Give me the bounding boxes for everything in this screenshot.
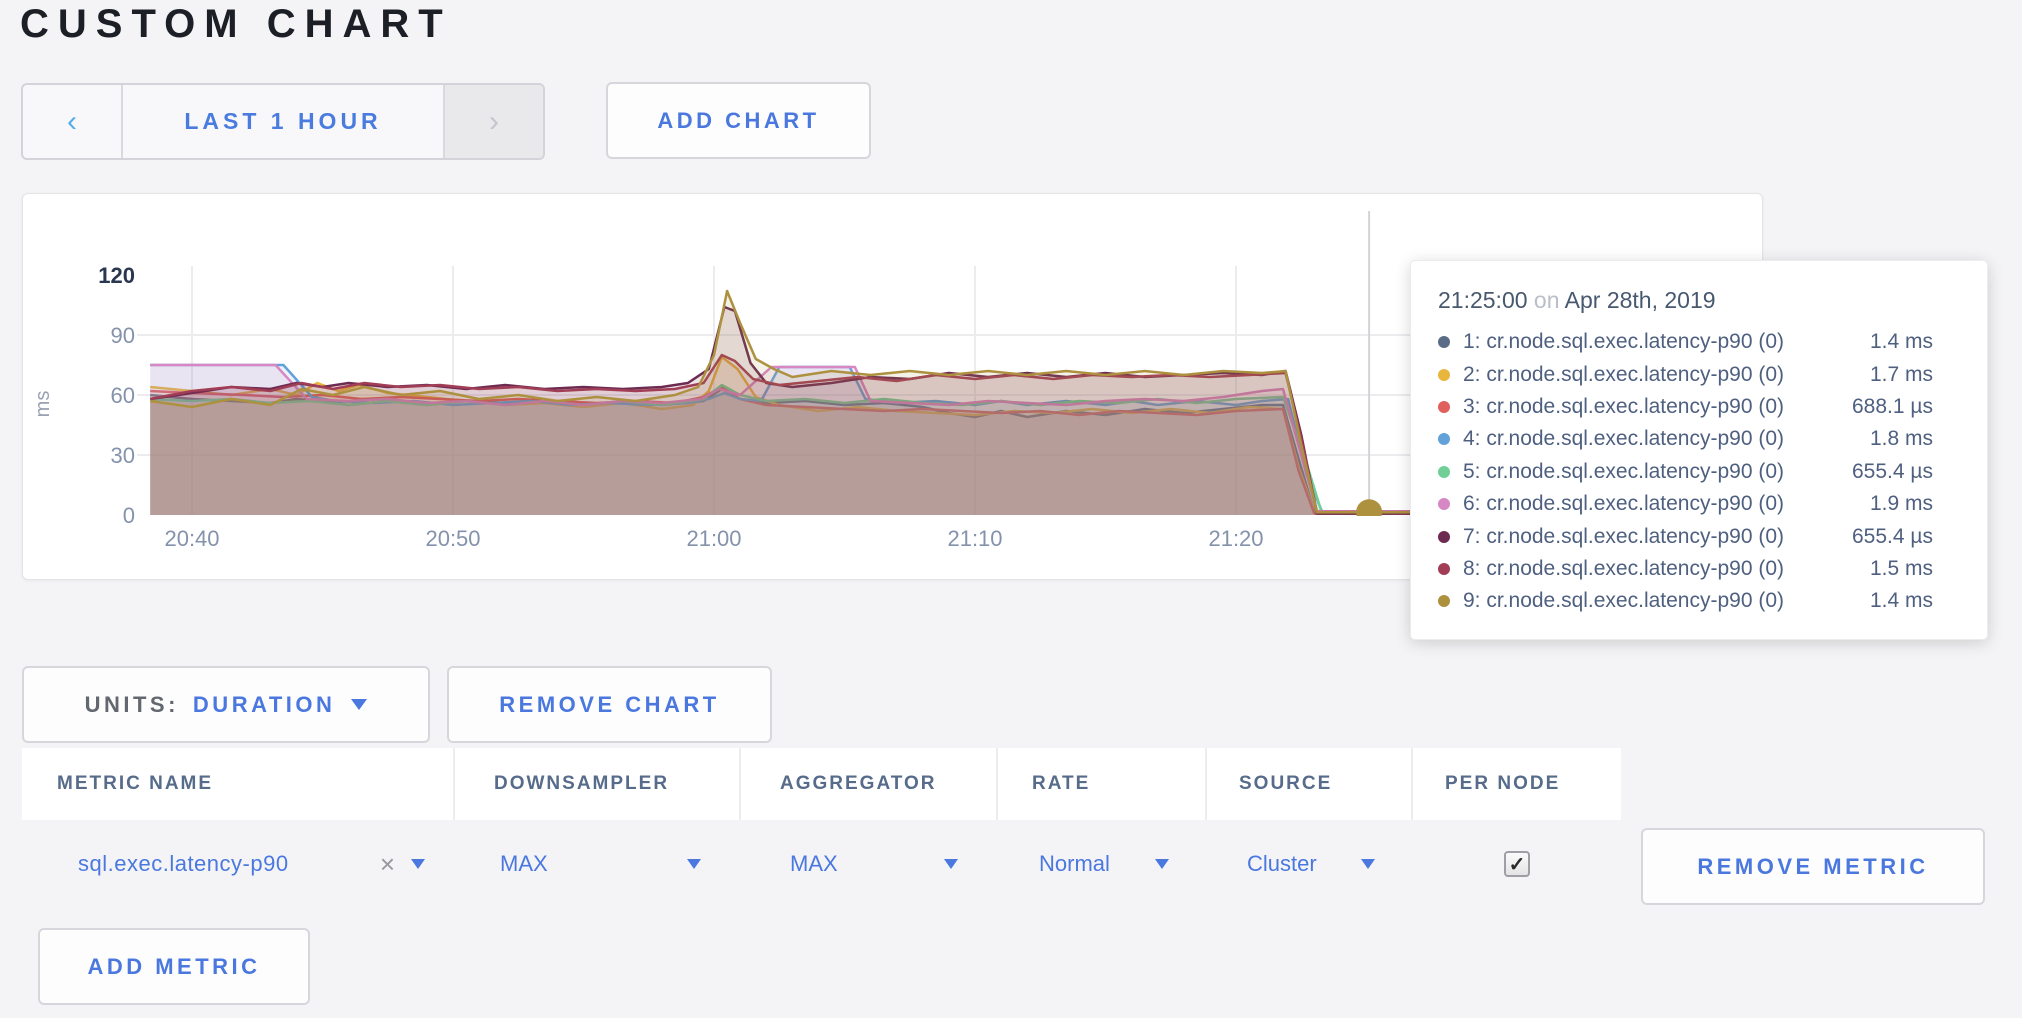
tooltip-series-label: 8: cr.node.sql.exec.latency-p90 (0): [1463, 557, 1870, 581]
series-color-dot-icon: [1438, 401, 1450, 413]
rate-value[interactable]: Normal: [1039, 851, 1110, 877]
tooltip-series-row: 8: cr.node.sql.exec.latency-p90 (0)1.5 m…: [1438, 553, 1933, 585]
source-dropdown-icon[interactable]: [1361, 859, 1375, 869]
tooltip-series-label: 2: cr.node.sql.exec.latency-p90 (0): [1463, 363, 1870, 387]
chart-tooltip: 21:25:00 on Apr 28th, 2019 1: cr.node.sq…: [1410, 260, 1988, 640]
downsampler-dropdown-icon[interactable]: [687, 859, 701, 869]
tooltip-series-label: 1: cr.node.sql.exec.latency-p90 (0): [1463, 330, 1870, 354]
tooltip-series-row: 1: cr.node.sql.exec.latency-p90 (0)1.4 m…: [1438, 326, 1933, 358]
series-color-dot-icon: [1438, 531, 1450, 543]
tooltip-series-value: 1.9 ms: [1870, 492, 1933, 516]
tooltip-series-label: 9: cr.node.sql.exec.latency-p90 (0): [1463, 589, 1870, 613]
downsampler-cell: MAX: [455, 820, 741, 908]
metric-row: sql.exec.latency-p90 × MAX MAX Normal Cl…: [22, 820, 1621, 908]
header-downsampler: DOWNSAMPLER: [455, 748, 741, 820]
clear-metric-icon[interactable]: ×: [380, 849, 395, 880]
aggregator-value[interactable]: MAX: [790, 851, 838, 877]
tooltip-series-label: 3: cr.node.sql.exec.latency-p90 (0): [1463, 395, 1852, 419]
svg-text:60: 60: [111, 383, 135, 408]
add-metric-button[interactable]: ADD METRIC: [38, 928, 310, 1005]
per-node-checkbox[interactable]: ✓: [1504, 851, 1530, 877]
aggregator-dropdown-icon[interactable]: [944, 859, 958, 869]
time-next-button[interactable]: ›: [443, 85, 543, 158]
chevron-left-icon: ‹: [67, 107, 77, 137]
tooltip-series-label: 6: cr.node.sql.exec.latency-p90 (0): [1463, 492, 1870, 516]
units-label: UNITS:: [85, 692, 179, 718]
per-node-cell: ✓: [1413, 820, 1621, 908]
tooltip-series-row: 5: cr.node.sql.exec.latency-p90 (0)655.4…: [1438, 456, 1933, 488]
rate-cell: Normal: [998, 820, 1207, 908]
series-color-dot-icon: [1438, 466, 1450, 478]
series-color-dot-icon: [1438, 336, 1450, 348]
time-window-selector: ‹ LAST 1 HOUR ›: [21, 83, 545, 160]
svg-text:21:00: 21:00: [686, 526, 741, 551]
downsampler-value[interactable]: MAX: [500, 851, 548, 877]
series-color-dot-icon: [1438, 498, 1450, 510]
tooltip-series-value: 655.4 µs: [1852, 525, 1933, 549]
metric-dropdown-icon[interactable]: [411, 859, 425, 869]
tooltip-series-row: 4: cr.node.sql.exec.latency-p90 (0)1.8 m…: [1438, 423, 1933, 455]
tooltip-series-label: 5: cr.node.sql.exec.latency-p90 (0): [1463, 460, 1852, 484]
series-color-dot-icon: [1438, 369, 1450, 381]
tooltip-series-value: 1.4 ms: [1870, 330, 1933, 354]
units-dropdown[interactable]: UNITS: DURATION: [22, 666, 430, 743]
tooltip-series-value: 655.4 µs: [1852, 460, 1933, 484]
tooltip-series-label: 4: cr.node.sql.exec.latency-p90 (0): [1463, 427, 1870, 451]
svg-text:90: 90: [111, 323, 135, 348]
series-color-dot-icon: [1438, 433, 1450, 445]
tooltip-title: 21:25:00 on Apr 28th, 2019: [1411, 261, 1987, 326]
metrics-table-header: METRIC NAME DOWNSAMPLER AGGREGATOR RATE …: [22, 748, 1621, 820]
header-source: SOURCE: [1207, 748, 1413, 820]
svg-text:120: 120: [98, 263, 135, 288]
series-color-dot-icon: [1438, 563, 1450, 575]
page-title: CUSTOM CHART: [20, 2, 452, 47]
header-rate: RATE: [998, 748, 1207, 820]
tooltip-series-value: 688.1 µs: [1852, 395, 1933, 419]
header-aggregator: AGGREGATOR: [741, 748, 998, 820]
tooltip-series-row: 6: cr.node.sql.exec.latency-p90 (0)1.9 m…: [1438, 488, 1933, 520]
svg-text:0: 0: [123, 503, 135, 528]
svg-text:21:10: 21:10: [947, 526, 1002, 551]
metric-name-value[interactable]: sql.exec.latency-p90: [78, 851, 289, 877]
tooltip-series-list: 1: cr.node.sql.exec.latency-p90 (0)1.4 m…: [1411, 326, 1987, 618]
remove-chart-button[interactable]: REMOVE CHART: [447, 666, 772, 743]
rate-dropdown-icon[interactable]: [1155, 859, 1169, 869]
tooltip-series-value: 1.5 ms: [1870, 557, 1933, 581]
metric-name-cell: sql.exec.latency-p90 ×: [22, 820, 455, 908]
tooltip-series-row: 2: cr.node.sql.exec.latency-p90 (0)1.7 m…: [1438, 358, 1933, 390]
chevron-down-icon: [351, 699, 367, 710]
add-chart-button[interactable]: ADD CHART: [606, 82, 871, 159]
tooltip-series-value: 1.8 ms: [1870, 427, 1933, 451]
tooltip-date: Apr 28th, 2019: [1565, 287, 1716, 313]
source-value[interactable]: Cluster: [1247, 851, 1317, 877]
tooltip-series-row: 7: cr.node.sql.exec.latency-p90 (0)655.4…: [1438, 520, 1933, 552]
svg-text:ms: ms: [32, 391, 54, 418]
tooltip-series-value: 1.7 ms: [1870, 363, 1933, 387]
remove-metric-button[interactable]: REMOVE METRIC: [1641, 828, 1985, 905]
time-window-label[interactable]: LAST 1 HOUR: [123, 85, 443, 158]
aggregator-cell: MAX: [741, 820, 998, 908]
tooltip-series-row: 3: cr.node.sql.exec.latency-p90 (0)688.1…: [1438, 391, 1933, 423]
header-per-node: PER NODE: [1413, 748, 1621, 820]
svg-text:30: 30: [111, 443, 135, 468]
tooltip-series-label: 7: cr.node.sql.exec.latency-p90 (0): [1463, 525, 1852, 549]
svg-text:20:40: 20:40: [164, 526, 219, 551]
header-metric-name: METRIC NAME: [22, 748, 455, 820]
tooltip-series-value: 1.4 ms: [1870, 589, 1933, 613]
time-prev-button[interactable]: ‹: [23, 85, 123, 158]
tooltip-series-row: 9: cr.node.sql.exec.latency-p90 (0)1.4 m…: [1438, 585, 1933, 617]
svg-text:20:50: 20:50: [425, 526, 480, 551]
chevron-right-icon: ›: [489, 107, 499, 137]
units-value: DURATION: [193, 692, 335, 718]
source-cell: Cluster: [1207, 820, 1413, 908]
tooltip-time: 21:25:00: [1438, 287, 1528, 313]
series-color-dot-icon: [1438, 595, 1450, 607]
svg-text:21:20: 21:20: [1208, 526, 1263, 551]
tooltip-on-word: on: [1534, 287, 1560, 313]
